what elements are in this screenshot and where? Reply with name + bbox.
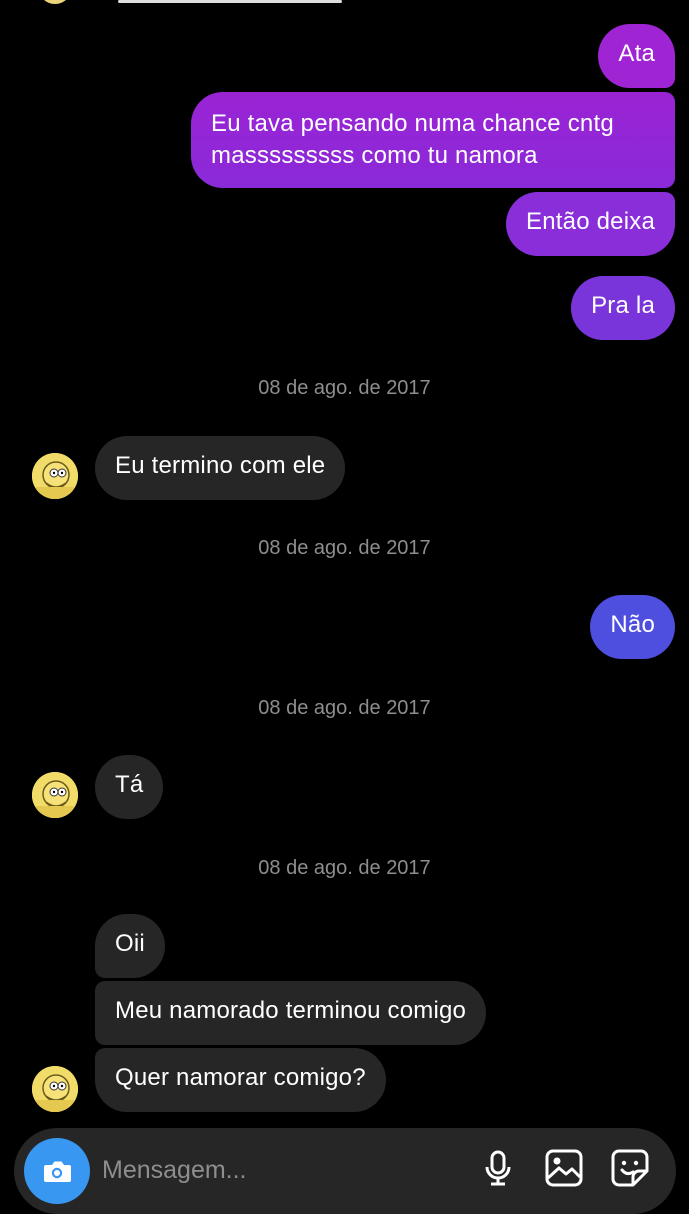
- message-text: Oii: [115, 930, 145, 957]
- timestamp: 08 de ago. de 2017: [258, 697, 431, 719]
- avatar-image: [32, 453, 78, 499]
- camera-button[interactable]: [24, 1138, 90, 1204]
- cutoff-bar: [118, 0, 342, 3]
- gallery-icon: [545, 1149, 583, 1187]
- message-text: Não: [610, 611, 655, 638]
- avatar-image: [32, 772, 78, 818]
- microphone-icon: [485, 1150, 511, 1186]
- timestamp: 08 de ago. de 2017: [258, 377, 431, 399]
- avatar[interactable]: [32, 772, 78, 818]
- message-text: Tá: [115, 771, 144, 798]
- message-bubble-outgoing[interactable]: Pra la: [571, 276, 675, 340]
- avatar-image: [32, 1066, 78, 1112]
- message-input[interactable]: Mensagem...: [102, 1156, 247, 1185]
- message-bubble-outgoing[interactable]: Eu tava pensando numa chance cntg massss…: [191, 92, 675, 188]
- avatar[interactable]: [32, 453, 78, 499]
- message-bubble-incoming[interactable]: Eu termino com ele: [95, 436, 346, 500]
- previous-message-cutoff: [0, 0, 689, 6]
- message-text: Quer namorar comigo?: [115, 1064, 366, 1091]
- message-text: Ata: [618, 40, 655, 67]
- message-text: Eu tava pensando numa chance cntg: [211, 110, 614, 137]
- message-text: masssssssss como tu namora: [211, 142, 538, 169]
- timestamp: 08 de ago. de 2017: [258, 537, 431, 559]
- message-text: Meu namorado terminou comigo: [115, 997, 467, 1024]
- avatar: [38, 0, 72, 4]
- camera-icon: [44, 1161, 71, 1182]
- message-text: Pra la: [591, 292, 655, 319]
- sticker-icon: [611, 1149, 649, 1187]
- message-text: Então deixa: [526, 208, 655, 235]
- message-text: Eu termino com ele: [115, 452, 326, 479]
- message-bubble-outgoing[interactable]: Ata: [598, 24, 675, 88]
- gallery-button[interactable]: [544, 1148, 584, 1188]
- avatar[interactable]: [32, 1066, 78, 1112]
- message-bubble-incoming[interactable]: Tá: [95, 755, 164, 819]
- message-bubble-incoming[interactable]: Meu namorado terminou comigo: [95, 981, 487, 1045]
- message-bubble-outgoing[interactable]: Então deixa: [506, 192, 675, 256]
- message-composer: Mensagem...: [14, 1128, 676, 1214]
- microphone-button[interactable]: [478, 1148, 518, 1188]
- message-bubble-incoming[interactable]: Oii: [95, 914, 165, 978]
- message-bubble-outgoing[interactable]: Não: [590, 595, 675, 659]
- message-bubble-incoming[interactable]: Quer namorar comigo?: [95, 1048, 386, 1112]
- sticker-button[interactable]: [610, 1148, 650, 1188]
- timestamp: 08 de ago. de 2017: [258, 857, 431, 879]
